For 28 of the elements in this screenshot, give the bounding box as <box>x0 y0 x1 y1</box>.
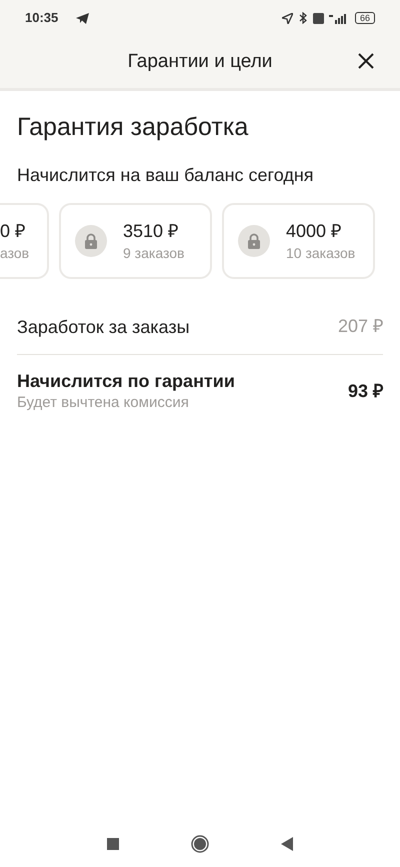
row-note: Будет вычтена комиссия <box>17 393 190 413</box>
goal-orders: 10 заказов <box>286 244 356 263</box>
close-button[interactable] <box>356 51 376 71</box>
goal-amount: 0 ₽ <box>0 220 26 243</box>
goal-card[interactable]: 0 ₽ азов <box>0 203 49 279</box>
lock-icon <box>75 225 107 257</box>
goal-orders: 9 заказов <box>123 244 184 263</box>
row-label: Заработок за заказы <box>17 316 190 338</box>
lock-icon <box>238 225 270 257</box>
goal-amount: 4000 ₽ <box>286 220 342 243</box>
row-label: Начислится по гарантии <box>17 370 235 393</box>
row-value: 207 ₽ <box>338 315 383 338</box>
back-icon[interactable] <box>281 836 293 850</box>
section-subtitle: Начислится на ваш баланс сегодня <box>16 164 315 187</box>
signal-icon <box>328 12 349 24</box>
bluetooth-icon <box>298 12 307 24</box>
recents-icon[interactable] <box>107 838 119 850</box>
goal-amount: 3510 ₽ <box>123 220 180 243</box>
row-value: 93 ₽ <box>348 380 383 402</box>
battery-icon: 66 <box>354 12 375 24</box>
header-title: Гарантии и цели <box>128 50 272 74</box>
home-icon[interactable] <box>191 834 209 852</box>
location-icon <box>282 12 293 24</box>
goal-orders: азов <box>0 244 30 263</box>
goal-card[interactable]: 3510 ₽ 9 заказов <box>59 203 212 279</box>
goal-card[interactable]: 4000 ₽ 10 заказов <box>222 203 375 279</box>
status-time: 10:35 <box>25 9 58 28</box>
section-title: Гарантия заработка <box>16 112 250 143</box>
